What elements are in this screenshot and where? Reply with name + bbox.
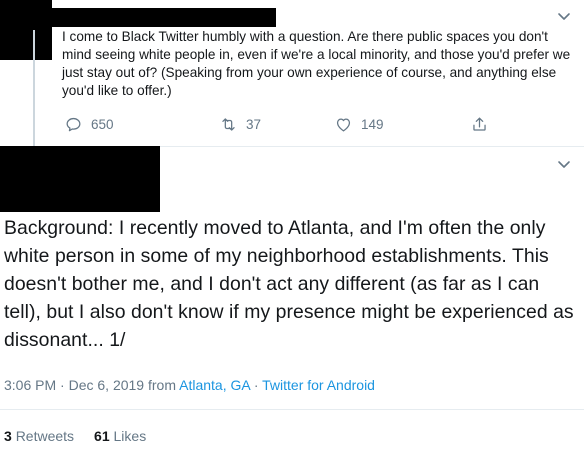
tweet-time[interactable]: 3:06 PM: [4, 377, 56, 393]
metadata-divider: [0, 409, 584, 410]
like-button[interactable]: 149: [334, 114, 384, 134]
retweets-count: 3: [4, 428, 12, 444]
heart-icon: [336, 117, 351, 131]
engagement-stats: 3 Retweets 61 Likes: [4, 428, 146, 444]
likes-label: Likes: [113, 428, 147, 444]
retweet-count: 37: [246, 116, 262, 132]
chevron-down-icon[interactable]: [557, 160, 571, 170]
tweet-date[interactable]: Dec 6, 2019: [69, 377, 145, 393]
separator: ·: [249, 377, 263, 393]
from-label: from: [144, 377, 180, 393]
share-button[interactable]: [470, 114, 489, 134]
reply-button[interactable]: 650: [64, 114, 114, 134]
redacted-author-header: [0, 146, 160, 212]
parent-tweet-actions: 650 37 149: [62, 114, 584, 134]
share-icon: [473, 117, 486, 131]
parent-tweet-text: I come to Black Twitter humbly with a qu…: [62, 29, 571, 98]
chevron-down-icon[interactable]: [557, 12, 571, 22]
location-link[interactable]: Atlanta, GA: [179, 377, 250, 393]
separator: ·: [56, 377, 69, 393]
retweets-stat[interactable]: 3 Retweets: [4, 428, 74, 444]
tweet-metadata: 3:06 PM · Dec 6, 2019 from Atlanta, GA ·…: [4, 377, 375, 393]
likes-stat[interactable]: 61 Likes: [94, 428, 146, 444]
reply-icon: [66, 117, 81, 131]
redacted-avatar-parent: [0, 0, 52, 60]
client-link[interactable]: Twitter for Android: [262, 377, 375, 393]
likes-count: 61: [94, 428, 110, 444]
like-count: 149: [361, 116, 384, 132]
reply-count: 650: [91, 116, 114, 132]
retweet-button[interactable]: 37: [219, 114, 261, 134]
retweet-icon: [222, 117, 235, 131]
thread-connector-line: [33, 30, 35, 150]
retweets-label: Retweets: [15, 428, 75, 444]
redacted-username-parent: [52, 8, 276, 27]
main-tweet-text: Background: I recently moved to Atlanta,…: [4, 217, 574, 351]
